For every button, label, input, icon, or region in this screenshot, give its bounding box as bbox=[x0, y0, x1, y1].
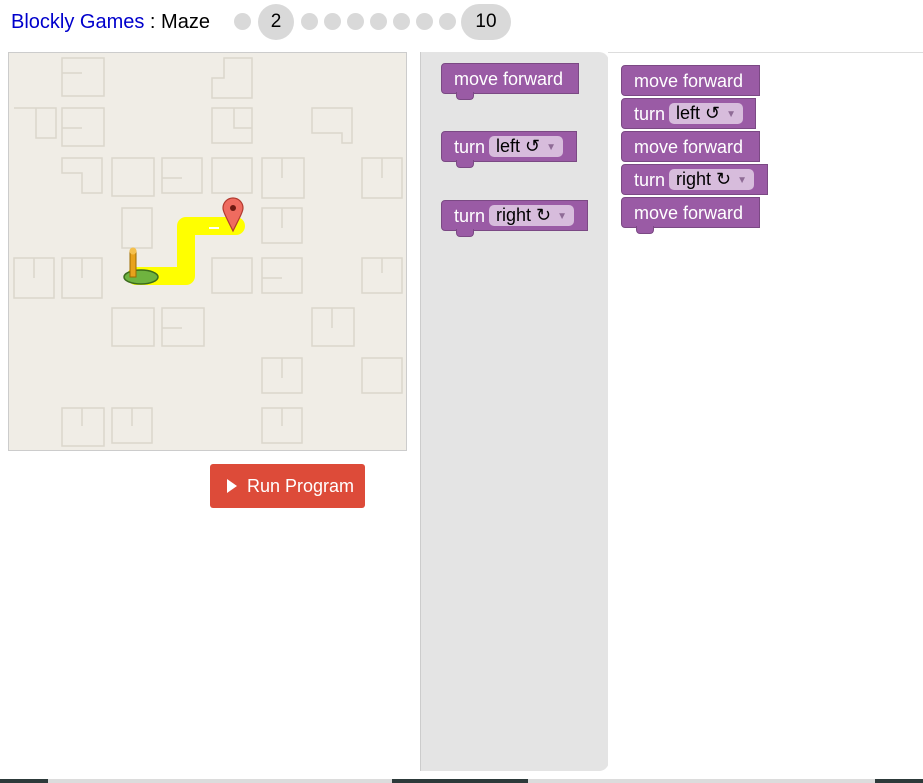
level-5-dot[interactable] bbox=[347, 13, 364, 30]
bottom-taskbar-strip bbox=[0, 779, 923, 783]
workspace-turn-left-block[interactable]: turn left ↺ ▼ bbox=[621, 98, 756, 129]
workspace-move-forward-block[interactable]: move forward bbox=[621, 65, 760, 96]
game-name: Maze bbox=[161, 11, 210, 33]
block-label: move forward bbox=[634, 137, 744, 157]
maze-path bbox=[127, 217, 245, 285]
block-label: turn bbox=[634, 104, 666, 124]
direction-dropdown[interactable]: right ↻ ▼ bbox=[669, 169, 755, 190]
page-title: Blockly Games : Maze bbox=[11, 10, 210, 34]
workspace-turn-right-block[interactable]: turn right ↻ ▼ bbox=[621, 164, 768, 195]
block-label: move forward bbox=[634, 203, 744, 223]
level-8-dot[interactable] bbox=[416, 13, 433, 30]
run-program-button[interactable]: Run Program bbox=[210, 464, 365, 508]
toolbox-turn-left-block[interactable]: turn left ↺ ▼ bbox=[441, 131, 577, 168]
workspace-move-forward-block[interactable]: move forward bbox=[621, 197, 760, 234]
level-4-dot[interactable] bbox=[324, 13, 341, 30]
code-workspace[interactable]: move forward turn left ↺ ▼ move forward tu… bbox=[608, 53, 923, 771]
block-label: turn bbox=[454, 206, 486, 226]
level-2-current[interactable]: 2 bbox=[258, 4, 294, 40]
block-label: turn bbox=[454, 137, 486, 157]
dropdown-caret-icon: ▼ bbox=[546, 142, 557, 153]
block-label: move forward bbox=[634, 71, 744, 91]
run-program-label: Run Program bbox=[247, 476, 355, 496]
dropdown-caret-icon: ▼ bbox=[726, 109, 737, 120]
maze-svg bbox=[13, 57, 403, 447]
level-6-dot[interactable] bbox=[370, 13, 387, 30]
toolbox-move-forward-block[interactable]: move forward bbox=[441, 63, 579, 100]
play-icon bbox=[227, 479, 237, 493]
level-10-last[interactable]: 10 bbox=[461, 4, 511, 40]
direction-dropdown[interactable]: left ↺ ▼ bbox=[489, 136, 564, 157]
dropdown-caret-icon: ▼ bbox=[557, 211, 568, 222]
direction-dropdown[interactable]: left ↺ ▼ bbox=[669, 103, 744, 124]
toolbox-turn-right-block[interactable]: turn right ↻ ▼ bbox=[441, 200, 588, 237]
toolbox-flyout: move forward turn left ↺ ▼ turn right ↻ ▼ bbox=[420, 52, 609, 771]
level-3-dot[interactable] bbox=[301, 13, 318, 30]
block-label: move forward bbox=[454, 69, 564, 89]
blockly-games-link[interactable]: Blockly Games bbox=[11, 11, 144, 33]
level-7-dot[interactable] bbox=[393, 13, 410, 30]
level-1-dot[interactable] bbox=[234, 13, 251, 30]
title-separator: : bbox=[144, 11, 162, 33]
direction-dropdown[interactable]: right ↻ ▼ bbox=[489, 205, 575, 226]
level-9-dot[interactable] bbox=[439, 13, 456, 30]
pegman-icon bbox=[123, 247, 159, 285]
workspace-move-forward-block[interactable]: move forward bbox=[621, 131, 760, 162]
block-label: turn bbox=[634, 170, 666, 190]
dropdown-caret-icon: ▼ bbox=[737, 175, 748, 186]
maze-display bbox=[8, 52, 407, 451]
